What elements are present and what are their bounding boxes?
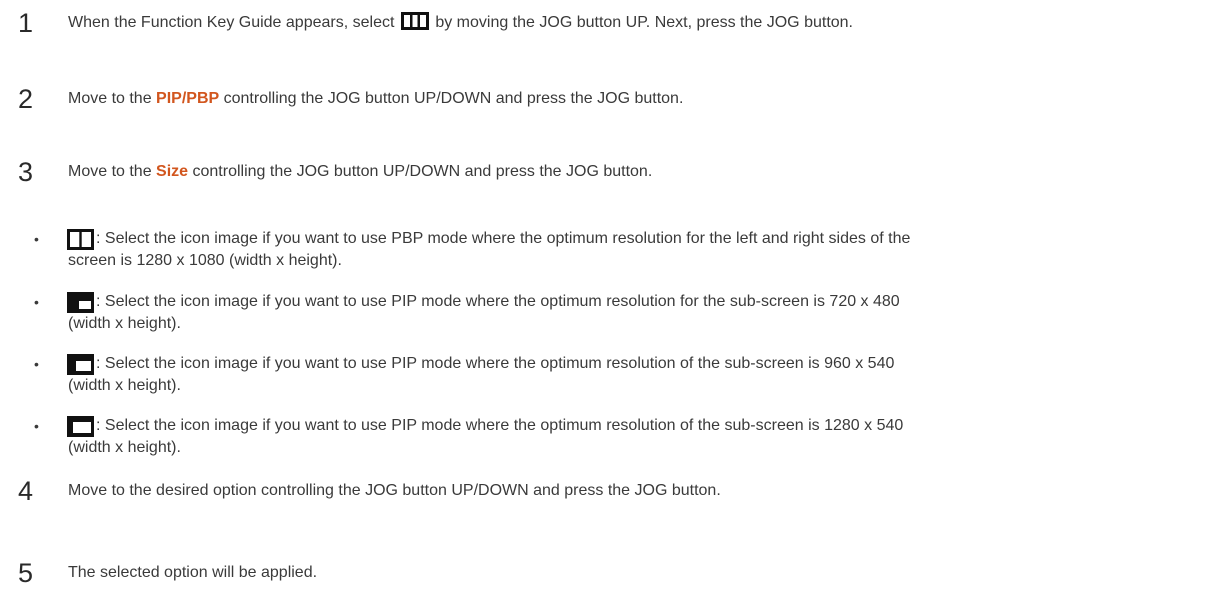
step-number: 3 <box>18 157 34 187</box>
step-number: 4 <box>18 476 34 506</box>
bullet-dot: • <box>34 231 39 247</box>
step-4: 4 Move to the desired option controlling… <box>0 476 1220 506</box>
pbp-menu-icon <box>400 12 429 30</box>
pip-small-icon <box>67 292 94 313</box>
step-number: 5 <box>18 558 34 588</box>
step-1: 1 When the Function Key Guide appears, s… <box>0 8 1220 38</box>
step-5: 5 The selected option will be applied. <box>0 558 1220 588</box>
pip-large-icon <box>67 416 94 437</box>
bullet-text: : Select the icon image if you want to u… <box>68 293 900 332</box>
step-3: 3 Move to the Size controlling the JOG b… <box>0 157 1220 187</box>
pip-medium-icon <box>67 354 94 375</box>
bullet-text: : Select the icon image if you want to u… <box>68 417 904 456</box>
step-text: Move to the PIP/PBP controlling the JOG … <box>68 90 684 107</box>
step-text: Move to the desired option controlling t… <box>68 482 721 499</box>
step-text: Move to the Size controlling the JOG but… <box>68 163 653 180</box>
highlight-term: Size <box>156 163 189 180</box>
bullet-dot: • <box>34 294 39 310</box>
step-text: The selected option will be applied. <box>68 564 318 581</box>
step-number: 2 <box>18 84 34 114</box>
pbp-split-icon <box>67 229 94 250</box>
bullet-text: : Select the icon image if you want to u… <box>68 230 911 269</box>
highlight-term: PIP/PBP <box>156 90 220 107</box>
step-number: 1 <box>18 8 34 38</box>
step-text: When the Function Key Guide appears, sel… <box>68 12 853 31</box>
bullet-dot: • <box>34 356 39 372</box>
step-2: 2 Move to the PIP/PBP controlling the JO… <box>0 84 1220 114</box>
bullet-text: : Select the icon image if you want to u… <box>68 355 895 394</box>
bullet-dot: • <box>34 418 39 434</box>
